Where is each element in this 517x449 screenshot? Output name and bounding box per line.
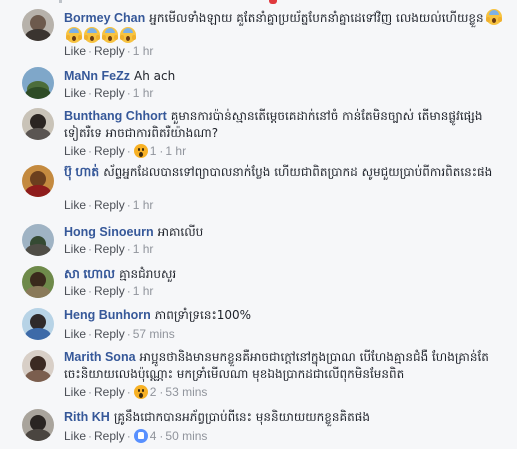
comment-actions: Like · Reply · 1 hr	[64, 198, 154, 212]
comment-text: ភាពទ្រាំទ្រនេះ100%	[154, 308, 252, 322]
comment-text: អ្នកមើលទាំងឡាយ គួតែនាំគ្នាប្រយ័ត្នបែកនាំ…	[149, 11, 484, 25]
previous-comment-edge	[0, 0, 517, 6]
reply-link[interactable]: Reply	[94, 385, 125, 399]
face-screaming-in-fear-icon	[84, 27, 100, 43]
avatar[interactable]	[22, 9, 54, 41]
comment-time[interactable]: 1 hr	[133, 284, 154, 298]
edge-mark	[269, 0, 277, 4]
avatar[interactable]	[22, 224, 54, 256]
reply-link[interactable]: Reply	[94, 429, 125, 443]
avatar[interactable]	[22, 350, 54, 382]
comment-time[interactable]: 57 mins	[133, 327, 175, 341]
comment-actions: Like · Reply · 1 hr	[64, 284, 154, 298]
reply-link[interactable]: Reply	[94, 144, 125, 158]
comment-author[interactable]: Marith Sona	[64, 350, 136, 364]
reaction-count[interactable]: 4	[150, 429, 157, 443]
avatar[interactable]	[22, 308, 54, 340]
comment-time[interactable]: 1 hr	[133, 44, 154, 58]
comment-author[interactable]: Rith KH	[64, 410, 110, 424]
comment-time[interactable]: 1 hr	[133, 242, 154, 256]
like-link[interactable]: Like	[64, 242, 86, 256]
avatar[interactable]	[22, 266, 54, 298]
like-link[interactable]: Like	[64, 198, 86, 212]
reply-link[interactable]: Reply	[94, 86, 125, 100]
reply-link[interactable]: Reply	[94, 198, 125, 212]
comment-actions: Like · Reply · 1 hr	[64, 44, 154, 58]
like-reaction-icon[interactable]	[133, 429, 148, 443]
comment-author[interactable]: Hong Sinoeurn	[64, 225, 154, 239]
comment-time[interactable]: 1 hr	[133, 198, 154, 212]
reply-link[interactable]: Reply	[94, 242, 125, 256]
reply-link[interactable]: Reply	[94, 44, 125, 58]
edge-dot	[59, 0, 62, 3]
avatar[interactable]	[22, 108, 54, 140]
comment-author[interactable]: Bunthang Chhort	[64, 109, 167, 123]
comment-text: គ្មានជំរាបសួរ	[119, 267, 177, 281]
comment-author[interactable]: Bormey Chan	[64, 11, 145, 25]
comment-actions: Like · Reply · 1 · 1 hr	[64, 144, 187, 158]
like-link[interactable]: Like	[64, 144, 86, 158]
comment-time[interactable]: 1 hr	[133, 86, 154, 100]
comment-author[interactable]: ប៊ុ ហាត់	[64, 165, 99, 179]
comment-actions: Like · Reply · 2 · 53 mins	[64, 385, 208, 399]
comment-text: គ្រូនឹងជោកបានអភ័ព្វប្រាប់ពីនេះ មុននិយាយយ…	[113, 410, 371, 424]
comment-author[interactable]: Heng Bunhorn	[64, 308, 151, 322]
comment-text: អាគាលើប	[157, 225, 204, 239]
like-link[interactable]: Like	[64, 44, 86, 58]
wow-reaction-icon[interactable]	[133, 385, 148, 399]
comment-actions: Like · Reply · 4 · 50 mins	[64, 429, 208, 443]
comment-time[interactable]: 1 hr	[165, 144, 186, 158]
reaction-count[interactable]: 2	[150, 385, 157, 399]
like-link[interactable]: Like	[64, 385, 86, 399]
wow-reaction-icon[interactable]	[133, 144, 148, 158]
like-link[interactable]: Like	[64, 429, 86, 443]
comment-text: ស័ព្ទអ្នកដែលបានទៅព្យាបាលនាក់ប្លែង ហើយជាព…	[103, 165, 493, 179]
comment-actions: Like · Reply · 1 hr	[64, 86, 154, 100]
reply-link[interactable]: Reply	[94, 284, 125, 298]
comment-actions: Like · Reply · 1 hr	[64, 242, 154, 256]
avatar[interactable]	[22, 409, 54, 441]
comment-actions: Like · Reply · 57 mins	[64, 327, 175, 341]
avatar[interactable]	[22, 165, 54, 197]
face-screaming-in-fear-icon	[120, 27, 136, 43]
comment-time[interactable]: 50 mins	[165, 429, 207, 443]
reaction-count[interactable]: 1	[150, 144, 157, 158]
like-link[interactable]: Like	[64, 327, 86, 341]
face-screaming-in-fear-icon	[485, 9, 502, 25]
comment-author[interactable]: MaNn FeZz	[64, 69, 130, 83]
comment-author[interactable]: សា ហោល	[64, 267, 115, 281]
comment-text: Ah ach	[133, 69, 176, 83]
avatar[interactable]	[22, 67, 54, 99]
like-link[interactable]: Like	[64, 284, 86, 298]
like-link[interactable]: Like	[64, 86, 86, 100]
reply-link[interactable]: Reply	[94, 327, 125, 341]
face-screaming-in-fear-icon	[102, 27, 118, 43]
face-screaming-in-fear-icon	[66, 27, 82, 43]
comment-time[interactable]: 53 mins	[165, 385, 207, 399]
